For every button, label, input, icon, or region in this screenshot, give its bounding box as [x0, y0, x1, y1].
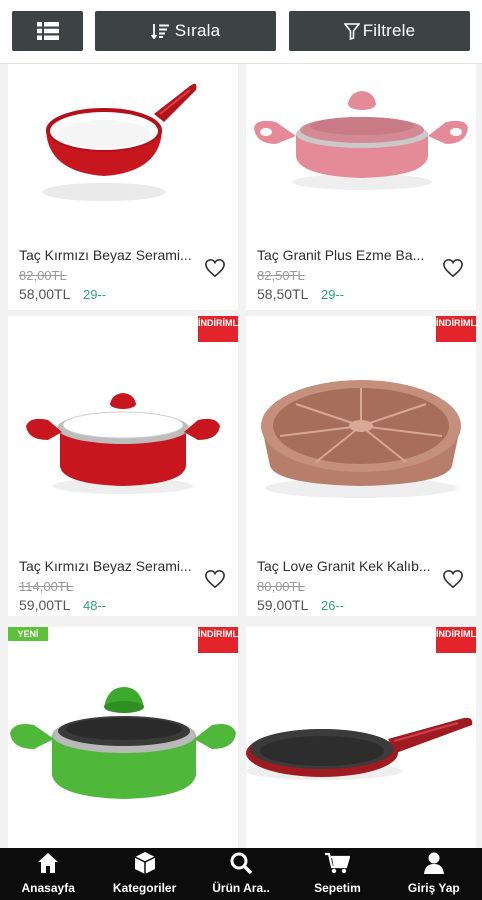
favorite-heart-icon[interactable]: [442, 258, 466, 280]
product-image[interactable]: [8, 64, 238, 240]
product-old-price: 80,00TL: [257, 579, 305, 594]
product-card[interactable]: İNDİRİMLİ: [246, 627, 479, 848]
sort-icon: [150, 23, 169, 39]
product-image[interactable]: [246, 64, 476, 240]
product-card[interactable]: YENİ İNDİRİMLİ: [8, 627, 241, 848]
nav-search-label: Ürün Ara..: [212, 881, 270, 895]
discount-badge: İNDİRİMLİ: [436, 627, 479, 653]
nav-cart-label: Sepetim: [314, 881, 361, 895]
nav-home-label: Anasayfa: [21, 881, 75, 895]
product-name[interactable]: Taç Kırmızı Beyaz Serami...: [19, 247, 194, 263]
product-price: 59,00TL: [19, 597, 71, 613]
discount-badge: İNDİRİMLİ: [436, 316, 479, 342]
product-installment: 26--: [321, 598, 345, 613]
nav-categories-label: Kategoriler: [112, 881, 177, 895]
nav-home[interactable]: Anasayfa: [0, 848, 96, 900]
home-icon: [36, 851, 60, 881]
favorite-heart-icon[interactable]: [204, 258, 228, 280]
product-old-price: 82,50TL: [257, 268, 305, 283]
favorite-heart-icon[interactable]: [442, 569, 466, 591]
product-image[interactable]: [8, 627, 238, 848]
cart-icon: [324, 851, 351, 881]
bottom-navigation: Anasayfa Kategoriler Ürün Ara.. Sepetim …: [0, 848, 482, 900]
nav-categories[interactable]: Kategoriler: [96, 848, 192, 900]
sort-button[interactable]: Sırala: [95, 11, 276, 51]
product-price: 59,00TL: [257, 597, 309, 613]
product-image[interactable]: [8, 316, 238, 548]
filter-button[interactable]: Filtrele: [289, 11, 470, 51]
product-image[interactable]: [246, 627, 476, 848]
discount-badge: İNDİRİMLİ: [198, 627, 241, 653]
sort-label: Sırala: [174, 21, 221, 40]
product-price: 58,00TL: [19, 286, 71, 302]
nav-cart[interactable]: Sepetim: [289, 848, 385, 900]
product-card[interactable]: İNDİRİMLİ Taç Kırmızı Beyaz Serami... 11…: [8, 316, 241, 616]
top-toolbar: Sırala Filtrele: [0, 0, 482, 64]
product-installment: 29--: [321, 287, 345, 302]
nav-login[interactable]: Giriş Yap: [386, 848, 482, 900]
product-old-price: 114,00TL: [19, 579, 73, 594]
product-card[interactable]: İNDİRİMLİ Taç Love Granit Kek Kalıb... 8…: [246, 316, 479, 616]
cube-icon: [133, 851, 157, 881]
product-card[interactable]: Taç Granit Plus Ezme Ba... 82,50TL 58,50…: [246, 64, 476, 310]
user-icon: [422, 851, 446, 881]
list-view-button[interactable]: [12, 11, 83, 51]
discount-badge: İNDİRİMLİ: [198, 316, 241, 342]
nav-login-label: Giriş Yap: [407, 881, 460, 895]
list-icon: [36, 22, 59, 40]
filter-label: Filtrele: [362, 21, 416, 40]
product-image[interactable]: [246, 316, 476, 548]
product-old-price: 82,00TL: [19, 268, 67, 283]
product-name[interactable]: Taç Love Granit Kek Kalıb...: [257, 558, 432, 574]
product-price: 58,50TL: [257, 286, 309, 302]
product-name[interactable]: Taç Kırmızı Beyaz Serami...: [19, 558, 194, 574]
search-icon: [229, 851, 253, 881]
product-grid: Taç Kırmızı Beyaz Serami... 82,00TL 58,0…: [0, 64, 482, 848]
nav-search[interactable]: Ürün Ara..: [193, 848, 289, 900]
product-name[interactable]: Taç Granit Plus Ezme Ba...: [257, 247, 432, 263]
product-installment: 48--: [83, 598, 107, 613]
product-card[interactable]: Taç Kırmızı Beyaz Serami... 82,00TL 58,0…: [8, 64, 238, 310]
new-badge: YENİ: [8, 627, 48, 641]
filter-icon: [343, 22, 360, 40]
product-installment: 29--: [83, 287, 107, 302]
favorite-heart-icon[interactable]: [204, 569, 228, 591]
